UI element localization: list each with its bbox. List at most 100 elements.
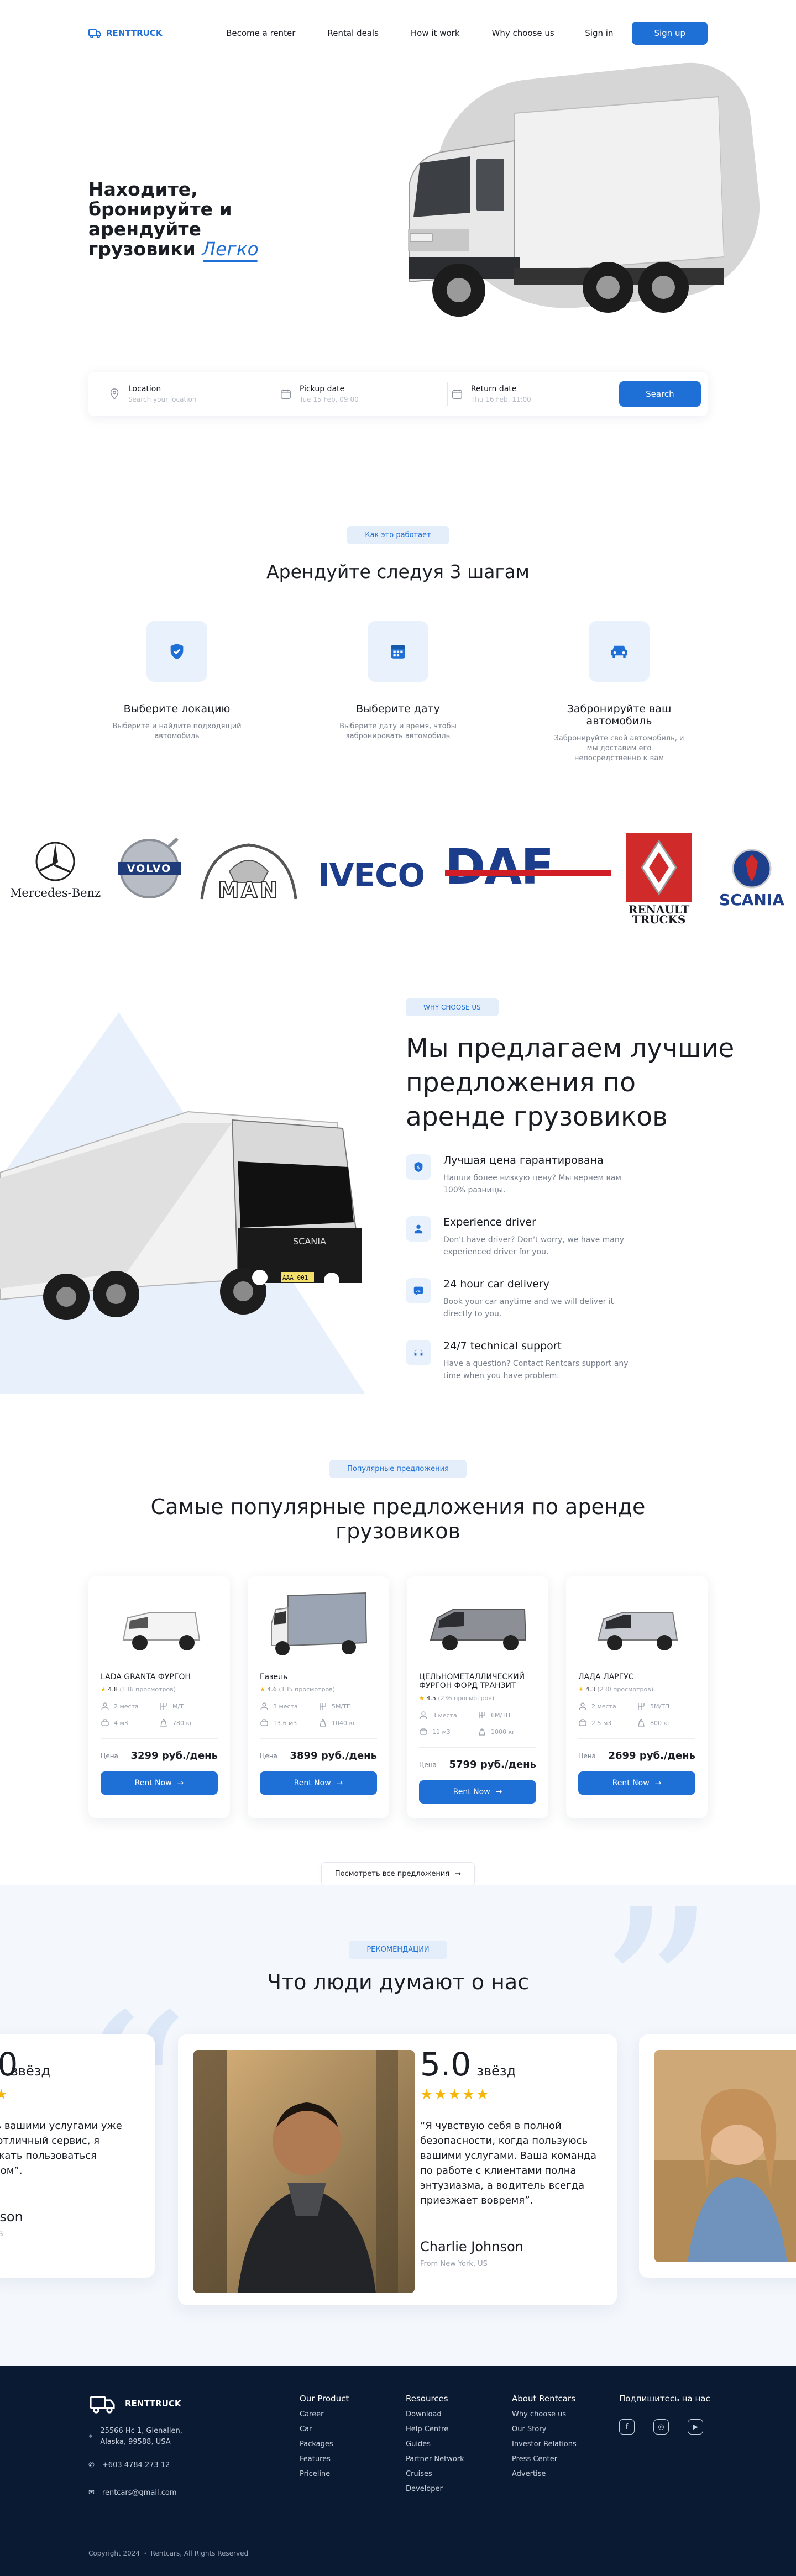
why-badge: WHY CHOOSE US bbox=[406, 998, 499, 1016]
hero-title: Находите, бронируйте и арендуйте грузови… bbox=[88, 178, 259, 260]
search-bar: Location Search your location Pickup date… bbox=[88, 372, 708, 416]
delivery-icon: 24 bbox=[413, 1286, 423, 1296]
nav-why-choose-us[interactable]: Why choose us bbox=[492, 28, 554, 38]
transmission-icon bbox=[638, 1703, 645, 1710]
why-section: SCANIA AAA 001 WHY CHOOSE US Мы предлага… bbox=[0, 979, 796, 1421]
footer-link[interactable]: Features bbox=[300, 2455, 349, 2463]
support-icon bbox=[414, 1349, 423, 1356]
signin-link[interactable]: Sign in bbox=[585, 28, 613, 38]
testimonial-card-prev[interactable]: 5.0 ★★★ “...юсь вашими услугами уже ...в… bbox=[0, 2034, 155, 2278]
footer-link[interactable]: Cruises bbox=[406, 2470, 464, 2478]
site-header: RENTTRUCK Become a renter Rental deals H… bbox=[88, 0, 708, 66]
brand-name: RENTTRUCK bbox=[106, 28, 163, 38]
return-date-input[interactable]: Thu 16 Feb, 11:00 bbox=[471, 396, 531, 403]
footer-link[interactable]: Career bbox=[300, 2410, 349, 2419]
step-book-car: Забронируйте ваш автомобиль Забронируйте… bbox=[553, 621, 685, 764]
rent-now-button[interactable]: Rent Now → bbox=[260, 1771, 377, 1795]
auth-group: Sign in Sign up bbox=[585, 22, 708, 45]
seats-icon bbox=[260, 1702, 268, 1711]
footer-address: ⌖ 25566 Hc 1, Glenallen, Alaska, 99588, U… bbox=[88, 2427, 182, 2446]
pickup-date-field[interactable]: Pickup date Tue 15 Feb, 09:00 bbox=[276, 382, 448, 406]
mercedes-logo[interactable]: Mercedes-Benz bbox=[6, 841, 105, 900]
footer-email[interactable]: ✉ rentcars@gmail.com bbox=[88, 2488, 194, 2499]
seats-icon bbox=[579, 1702, 586, 1711]
daf-logo[interactable]: DAF bbox=[445, 843, 611, 893]
deal-card: LADA GRANTA ФУРГОН ★ 4.8 (136 просмотров… bbox=[88, 1576, 230, 1818]
rating-stars: ★★★★★ bbox=[420, 2086, 490, 2103]
rent-now-button[interactable]: Rent Now → bbox=[578, 1771, 695, 1795]
feature-24h-delivery: 24 24 hour car delivery Book your car any… bbox=[406, 1278, 737, 1320]
calendar-icon bbox=[280, 389, 291, 399]
svg-text:$: $ bbox=[417, 1165, 420, 1171]
footer-link[interactable]: Help Centre bbox=[406, 2425, 464, 2433]
arrow-right-icon: → bbox=[336, 1779, 343, 1788]
testimonials-section: “ ” РЕКОМЕНДАЦИИ Что люди думают о нас 5… bbox=[0, 1885, 796, 2366]
site-footer: RENTTRUCK ⌖ 25566 Hc 1, Glenallen, Alaska… bbox=[0, 2366, 796, 2576]
hero-section: Находите, бронируйте и арендуйте грузови… bbox=[88, 56, 769, 416]
location-pin-icon: ⌖ bbox=[88, 2432, 93, 2441]
footer-link[interactable]: Packages bbox=[300, 2440, 349, 2448]
footer-link[interactable]: Press Center bbox=[512, 2455, 577, 2463]
renault-diamond-icon bbox=[626, 833, 692, 902]
man-logo[interactable]: MAN bbox=[196, 838, 301, 905]
scania-logo[interactable]: SCANIA bbox=[710, 847, 793, 909]
deal-price: 3899 руб./день bbox=[290, 1750, 377, 1762]
iveco-logo[interactable]: IVECO bbox=[318, 856, 425, 894]
footer-link[interactable]: Advertise bbox=[512, 2470, 577, 2478]
footer-link[interactable]: Priceline bbox=[300, 2470, 349, 2478]
footer-link[interactable]: Partner Network bbox=[406, 2455, 464, 2463]
transmission-icon bbox=[320, 1703, 326, 1710]
search-button[interactable]: Search bbox=[619, 381, 701, 407]
footer-follow: Подпишитесь на нас f ◎ ▶ bbox=[619, 2394, 710, 2435]
brand-logo[interactable]: RENTTRUCK bbox=[88, 28, 163, 38]
location-field[interactable]: Location Search your location bbox=[105, 382, 276, 406]
deal-price: 3299 руб./день bbox=[130, 1750, 218, 1762]
pickup-date-input[interactable]: Tue 15 Feb, 09:00 bbox=[300, 396, 359, 403]
truck-logo-icon bbox=[88, 29, 101, 38]
arrow-right-icon: → bbox=[495, 1788, 502, 1796]
testimonial-card-next[interactable] bbox=[639, 2034, 796, 2278]
footer-link[interactable]: Guides bbox=[406, 2440, 464, 2448]
testimonial-card-active: 5.0 звёзд ★★★★★ “Я чувствую себя в полной… bbox=[178, 2034, 617, 2305]
daf-red-stripe bbox=[445, 870, 611, 876]
nav-become-renter[interactable]: Become a renter bbox=[226, 28, 295, 38]
footer-link[interactable]: Our Story bbox=[512, 2425, 577, 2433]
hero-accent-word: Легко bbox=[202, 238, 259, 260]
mail-icon: ✉ bbox=[88, 2489, 95, 2497]
renault-trucks-logo[interactable]: RENAULT TRUCKS bbox=[626, 833, 692, 925]
testimonials-title: Что люди думают о нас bbox=[266, 1970, 530, 1994]
arrow-right-icon: → bbox=[177, 1779, 184, 1788]
rent-now-button[interactable]: Rent Now → bbox=[101, 1771, 218, 1795]
footer-link[interactable]: Developer bbox=[406, 2485, 464, 2493]
footer-link[interactable]: Download bbox=[406, 2410, 464, 2419]
footer-link[interactable]: Car bbox=[300, 2425, 349, 2433]
deal-card: ЛАДА ЛАРГУС ★ 4.3 (230 просмотров) 2 мес… bbox=[566, 1576, 708, 1818]
main-nav: Become a renter Rental deals How it work… bbox=[226, 28, 554, 38]
footer-link[interactable]: Investor Relations bbox=[512, 2440, 577, 2448]
volvo-logo[interactable]: VOLVO bbox=[113, 835, 185, 902]
license-plate: AAA 001 bbox=[282, 1274, 308, 1281]
footer-link[interactable]: Why choose us bbox=[512, 2410, 577, 2419]
reviewer-location: From New York, US bbox=[420, 2260, 488, 2268]
arrow-right-icon: → bbox=[455, 1870, 462, 1878]
youtube-icon[interactable]: ▶ bbox=[688, 2419, 703, 2435]
signup-button[interactable]: Sign up bbox=[632, 22, 708, 45]
rent-now-button[interactable]: Rent Now → bbox=[419, 1780, 536, 1804]
location-input[interactable]: Search your location bbox=[128, 396, 196, 403]
location-pin-icon bbox=[110, 388, 119, 400]
lada-largus-image bbox=[597, 1612, 678, 1650]
footer-phone[interactable]: ✆ +603 4784 273 12 bbox=[88, 2460, 194, 2471]
load-icon bbox=[638, 1718, 645, 1727]
view-all-deals-button[interactable]: Посмотреть все предложения → bbox=[321, 1862, 475, 1886]
nav-how-it-work[interactable]: How it work bbox=[411, 28, 460, 38]
facebook-icon[interactable]: f bbox=[619, 2419, 635, 2435]
deal-card: ЦЕЛЬНОМЕТАЛЛИЧЕСКИЙ ФУРГОН ФОРД ТРАНЗИТ … bbox=[407, 1576, 548, 1818]
footer-logo[interactable]: RENTTRUCK bbox=[88, 2394, 194, 2414]
volume-icon bbox=[260, 1719, 268, 1726]
return-date-field[interactable]: Return date Thu 16 Feb, 11:00 bbox=[448, 382, 619, 406]
instagram-icon[interactable]: ◎ bbox=[653, 2419, 669, 2435]
nav-rental-deals[interactable]: Rental deals bbox=[327, 28, 378, 38]
steps-badge: Как это работает bbox=[347, 526, 449, 544]
why-title: Мы предлагаем лучшие предложения по арен… bbox=[406, 1033, 735, 1132]
ford-transit-image bbox=[430, 1609, 527, 1650]
